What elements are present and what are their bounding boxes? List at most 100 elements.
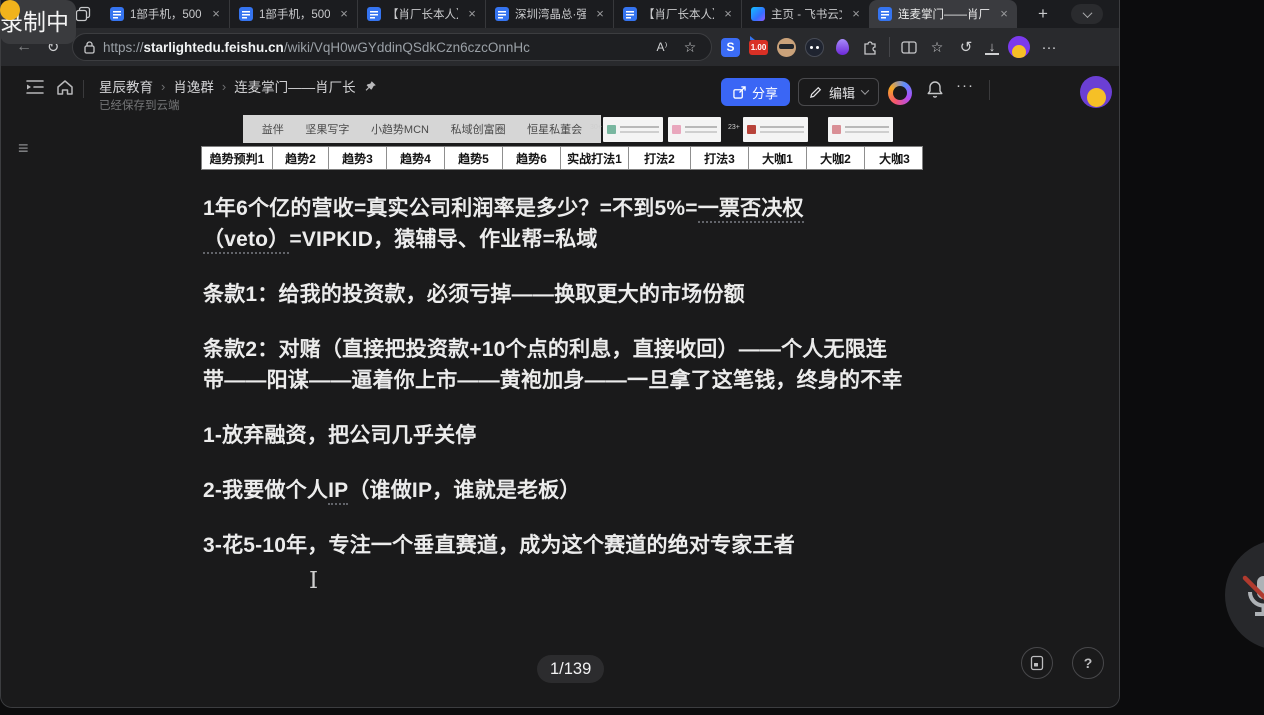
split-screen-icon[interactable] <box>899 38 918 57</box>
text-segment: 1-放弃融资，把公司几乎关停 <box>203 424 476 447</box>
doc-favicon-icon <box>367 7 381 21</box>
embedded-image-strip[interactable]: 益伴坚果写字小趋势MCN私域创富圈恒星私董会 30+23+ <box>201 115 923 143</box>
doc-tab-cell[interactable]: 大咖3 <box>865 147 924 169</box>
help-fab-button[interactable]: ? <box>1072 647 1104 679</box>
header-divider <box>83 80 84 98</box>
user-avatar[interactable] <box>1080 76 1112 108</box>
paragraphs[interactable]: 1年6个亿的营收=真实公司利润率是多少？=不到5%=一票否决权（veto）=VI… <box>203 193 923 585</box>
doc-tab-cell[interactable]: 趋势预判1 <box>202 147 273 169</box>
doc-tab-cell[interactable]: 实战打法1 <box>561 147 629 169</box>
tab-search-dropdown-button[interactable] <box>1071 4 1103 24</box>
gradient-ring-icon[interactable] <box>888 81 912 105</box>
tab-close-icon[interactable]: × <box>592 6 608 22</box>
image-thumbnail <box>828 117 893 142</box>
breadcrumb: 星辰教育 › 肖逸群 › 连麦掌门——肖厂长 <box>99 76 377 96</box>
muted-mic-overlay[interactable] <box>1225 540 1264 650</box>
extension-price-badge-icon[interactable]: 1.00 <box>749 40 768 55</box>
extension-purple-icon[interactable] <box>833 38 852 57</box>
tab-list: 1部手机，5000×1部手机，5000×【肖厂长本人】×深圳湾晶总·强×【肖厂长… <box>101 0 1017 28</box>
tab-close-icon[interactable]: × <box>720 6 736 22</box>
doc-tab-cell[interactable]: 趋势4 <box>387 147 445 169</box>
notifications-bell-icon[interactable] <box>926 80 944 99</box>
desktop-notification-dot[interactable] <box>0 0 20 20</box>
browser-profile-avatar[interactable] <box>1008 36 1030 58</box>
mic-muted-icon <box>1235 568 1264 624</box>
more-menu-icon[interactable]: ··· <box>1039 39 1059 56</box>
browser-tab[interactable]: 【肖厂长本人】× <box>613 0 741 28</box>
pencil-icon <box>809 86 822 99</box>
text-segment: 3-花5-10年，专注一个垂直赛道，成为这个赛道的绝对专家王者 <box>203 534 795 557</box>
address-bar[interactable]: https://starlightedu.feishu.cn/wiki/VqH0… <box>72 33 712 61</box>
favorites-collections-icon[interactable]: ☆ <box>927 39 947 56</box>
extension-dark-face-icon[interactable] <box>805 38 824 57</box>
history-icon[interactable]: ↺ <box>956 38 976 56</box>
browser-tab[interactable]: 深圳湾晶总·强× <box>485 0 613 28</box>
edit-button[interactable]: 编辑 <box>798 78 879 106</box>
doc-tab-cell[interactable]: 打法3 <box>691 147 749 169</box>
browser-tab[interactable]: 1部手机，5000× <box>229 0 357 28</box>
doc-favicon-icon <box>239 7 253 21</box>
read-aloud-icon[interactable]: A⁾ <box>652 40 672 54</box>
browser-tab[interactable]: 1部手机，5000× <box>101 0 229 28</box>
tab-title: 主页 - 飞书云文 <box>771 6 842 22</box>
image-strip-label: 益伴 <box>262 121 284 137</box>
edit-label: 编辑 <box>829 83 855 102</box>
text-segment: 带——阳谋——逼着你上市——黄袍加身——一旦拿了这笔钱，终身的不幸 <box>203 369 903 392</box>
breadcrumb-item[interactable]: 肖逸群 <box>173 76 214 96</box>
doc-line: 条款2：对赌（直接把投资款+10个点的利息，直接收回）——个人无限连 <box>203 334 923 365</box>
doc-tab-cell[interactable]: 大咖1 <box>749 147 807 169</box>
tab-close-icon[interactable]: × <box>336 6 352 22</box>
doc-line: 2-我要做个人IP（谁做IP，谁就是老板） <box>203 475 923 506</box>
extensions-puzzle-icon[interactable] <box>861 38 880 57</box>
breadcrumb-separator: › <box>222 79 226 94</box>
share-button[interactable]: 分享 <box>721 78 790 106</box>
doc-tab-cell[interactable]: 打法2 <box>629 147 691 169</box>
home-icon[interactable] <box>56 79 74 96</box>
tab-close-icon[interactable]: × <box>464 6 480 22</box>
doc-paragraph[interactable]: 3-花5-10年，专注一个垂直赛道，成为这个赛道的绝对专家王者 <box>203 530 923 561</box>
tab-close-icon[interactable]: × <box>208 6 224 22</box>
doc-paragraph[interactable]: 条款1：给我的投资款，必须亏掉——换取更大的市场份额 <box>203 279 923 310</box>
new-tab-button[interactable]: + <box>1031 4 1055 24</box>
chevron-down-icon <box>861 86 869 94</box>
breadcrumb-item[interactable]: 星辰教育 <box>99 76 153 96</box>
doc-tab-cell[interactable]: 大咖2 <box>807 147 865 169</box>
tab-close-icon[interactable]: × <box>996 6 1012 22</box>
page-more-icon[interactable]: ··· <box>956 77 974 94</box>
toolbar-divider <box>889 37 890 57</box>
doc-paragraph[interactable]: 条款2：对赌（直接把投资款+10个点的利息，直接收回）——个人无限连带——阳谋—… <box>203 334 923 396</box>
browser-toolbar: ← ↻ https://starlightedu.feishu.cn/wiki/… <box>1 28 1119 66</box>
outline-menu-icon[interactable]: ≡ <box>18 138 29 159</box>
doc-tab-cell[interactable]: 趋势6 <box>503 147 561 169</box>
doc-tab-cell[interactable]: 趋势3 <box>329 147 387 169</box>
tab-close-icon[interactable]: × <box>848 6 864 22</box>
browser-tab[interactable]: 主页 - 飞书云文 × <box>741 0 869 28</box>
browser-tab[interactable]: 【肖厂长本人】× <box>357 0 485 28</box>
doc-paragraph[interactable]: 1年6个亿的营收=真实公司利润率是多少？=不到5%=一票否决权（veto）=VI… <box>203 193 923 255</box>
doc-line: 1年6个亿的营收=真实公司利润率是多少？=不到5%=一票否决权 <box>203 193 923 224</box>
extension-glasses-face-icon[interactable] <box>777 38 796 57</box>
doc-paragraph[interactable]: 2-我要做个人IP（谁做IP，谁就是老板） <box>203 475 923 506</box>
downloads-icon[interactable]: ↓ <box>985 40 999 55</box>
doc-favicon-icon <box>110 7 124 21</box>
favorite-star-icon[interactable]: ☆ <box>680 39 700 56</box>
doc-paragraph[interactable]: 1-放弃融资，把公司几乎关停 <box>203 420 923 451</box>
annotation-fab-button[interactable] <box>1021 647 1053 679</box>
image-strip-label: 恒星私董会 <box>527 121 582 137</box>
pin-icon[interactable] <box>364 80 377 93</box>
extension-s-icon[interactable]: S <box>721 38 740 57</box>
doc-tab-cell[interactable]: 趋势5 <box>445 147 503 169</box>
underlined-text: IP <box>328 479 348 505</box>
sidebar-toggle-icon[interactable] <box>25 79 45 95</box>
doc-tab-cell[interactable]: 趋势2 <box>273 147 329 169</box>
breadcrumb-item[interactable]: 连麦掌门——肖厂长 <box>234 76 356 96</box>
browser-tab-strip: 1部手机，5000×1部手机，5000×【肖厂长本人】×深圳湾晶总·强×【肖厂长… <box>1 0 1119 28</box>
text-segment: （谁做IP，谁就是老板） <box>348 479 580 502</box>
workspaces-icon[interactable] <box>75 6 91 22</box>
doc-line: 3-花5-10年，专注一个垂直赛道，成为这个赛道的绝对专家王者 <box>203 530 923 561</box>
document-content[interactable]: 益伴坚果写字小趋势MCN私域创富圈恒星私董会 30+23+ 趋势预判1趋势2趋势… <box>201 115 923 143</box>
browser-tab[interactable]: 连麦掌门——肖厂× <box>869 0 1017 28</box>
doc-line: 条款1：给我的投资款，必须亏掉——换取更大的市场份额 <box>203 279 923 310</box>
share-icon <box>733 86 746 99</box>
save-status: 已经保存到云端 <box>99 97 180 113</box>
